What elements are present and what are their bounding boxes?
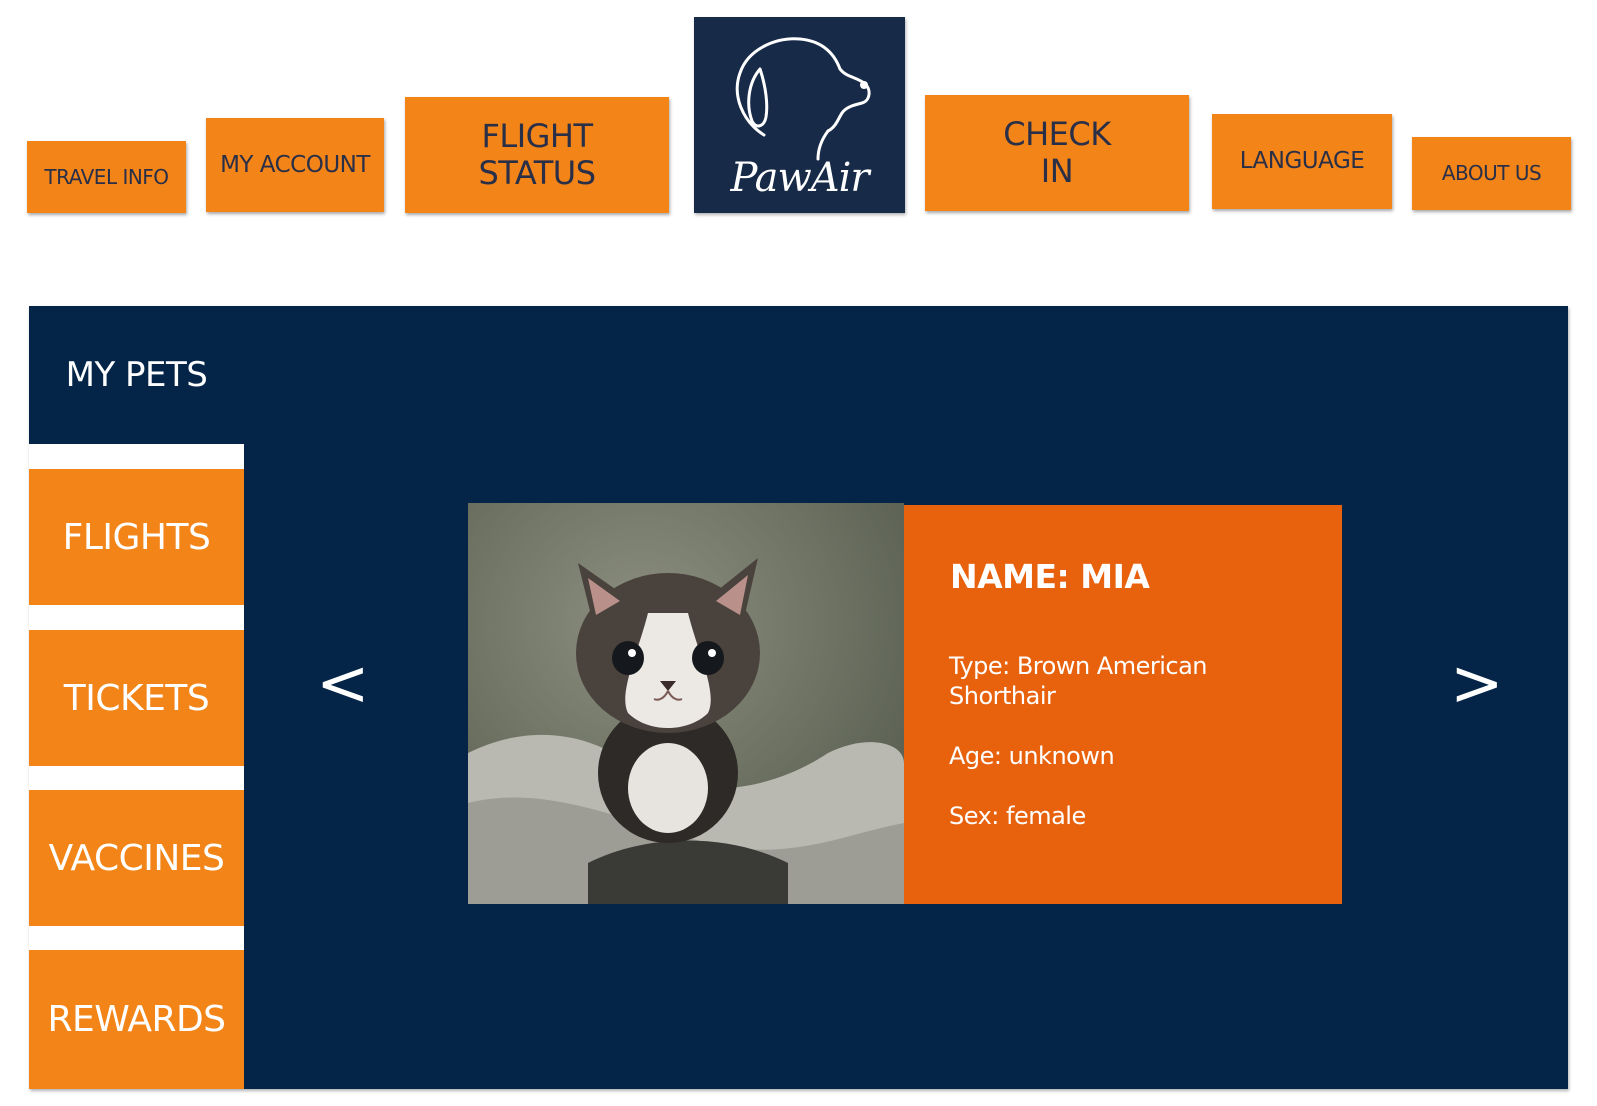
sidebar-item-flights[interactable]: FLIGHTS: [29, 469, 244, 605]
nav-about-us-button[interactable]: ABOUT US: [1412, 137, 1571, 210]
pet-name: NAME: MIA: [950, 557, 1150, 596]
sidebar-item-vaccines[interactable]: VACCINES: [29, 790, 244, 926]
pet-sex: Sex: female: [949, 802, 1086, 830]
nav-my-account-button[interactable]: MY ACCOUNT: [206, 118, 384, 212]
sidebar-item-rewards[interactable]: REWARDS: [29, 950, 244, 1089]
pet-info-card: NAME: MIA Type: Brown American Shorthair…: [904, 505, 1342, 904]
sidebar-item-tickets[interactable]: TICKETS: [29, 630, 244, 766]
nav-check-in-button[interactable]: CHECK IN: [925, 95, 1189, 211]
nav-travel-info-button[interactable]: TRAVEL INFO: [27, 141, 186, 213]
logo-text: PawAir: [730, 155, 869, 201]
kitten-photo: [468, 503, 904, 904]
sidebar-item-my-pets[interactable]: MY PETS: [29, 306, 244, 444]
carousel-prev-arrow[interactable]: <: [316, 652, 370, 716]
pet-age: Age: unknown: [949, 742, 1115, 770]
pawair-logo[interactable]: PawAir: [694, 17, 905, 213]
carousel-next-arrow[interactable]: >: [1450, 652, 1504, 716]
nav-flight-status-button[interactable]: FLIGHT STATUS: [405, 97, 669, 213]
page: TRAVEL INFO MY ACCOUNT FLIGHT STATUS Paw…: [0, 0, 1597, 1106]
pet-type: Type: Brown American Shorthair: [949, 652, 1208, 710]
nav-language-button[interactable]: LANGUAGE: [1212, 114, 1392, 209]
